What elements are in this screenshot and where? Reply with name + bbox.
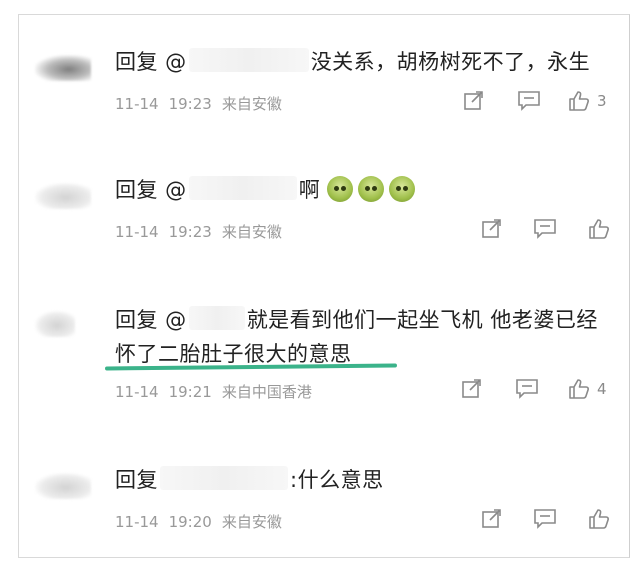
avatar[interactable] xyxy=(35,473,91,499)
reply-button[interactable] xyxy=(533,507,557,529)
comment-meta: 11-14 19:21 来自中国香港 xyxy=(115,381,322,402)
redacted-username xyxy=(188,176,297,200)
emoji-icon xyxy=(358,176,385,202)
comment-time: 19:21 xyxy=(168,383,212,401)
reply-prefix: 回复 @ xyxy=(115,50,187,74)
emoji-icon xyxy=(389,176,416,202)
redacted-username xyxy=(188,306,245,330)
share-button[interactable] xyxy=(481,507,503,529)
comment-location: 来自安徽 xyxy=(221,513,282,531)
comment-icon xyxy=(516,379,538,399)
reply-button[interactable] xyxy=(533,217,557,239)
comment-time: 19:23 xyxy=(168,223,212,241)
thumbs-up-icon xyxy=(589,219,609,239)
thumbs-up-icon xyxy=(589,509,609,529)
thumbs-up-icon xyxy=(569,91,589,111)
comment-text: 回复 @ 没关系，胡杨树死不了，永生 xyxy=(115,45,590,79)
like-button[interactable] xyxy=(587,217,617,241)
comment-icon xyxy=(518,91,540,111)
like-count: 4 xyxy=(597,380,607,398)
redacted-username xyxy=(188,48,309,72)
comment-location: 来自安徽 xyxy=(221,223,282,241)
share-icon xyxy=(482,509,501,528)
comment-meta: 11-14 19:23 来自安徽 xyxy=(115,221,292,242)
like-count: 3 xyxy=(597,92,607,110)
comment-icon xyxy=(534,219,556,239)
comment-icon xyxy=(534,509,556,529)
share-icon xyxy=(482,219,501,238)
thumbs-up-icon xyxy=(569,379,589,399)
share-button[interactable] xyxy=(481,217,503,239)
share-button[interactable] xyxy=(461,377,483,399)
comment-location: 来自安徽 xyxy=(221,95,282,113)
avatar[interactable] xyxy=(35,311,75,337)
reply-prefix: 回复 @ xyxy=(115,308,187,332)
comment-text: 回复 @ 啊 xyxy=(115,173,420,207)
share-icon xyxy=(464,91,483,110)
reply-button[interactable] xyxy=(517,89,541,111)
share-icon xyxy=(462,379,481,398)
avatar[interactable] xyxy=(35,55,91,81)
reply-prefix: 回复 @ xyxy=(115,178,187,202)
like-button[interactable]: 4 xyxy=(567,377,607,401)
like-button[interactable] xyxy=(587,507,617,531)
redacted-username xyxy=(160,466,288,490)
comment-date: 11-14 xyxy=(115,383,159,401)
comment-body: 啊 xyxy=(298,178,321,202)
comment-list: 回复 @ 没关系，胡杨树死不了，永生 11-14 19:23 来自安徽 3 回复 @ 啊… xyxy=(18,14,630,558)
comment-time: 19:23 xyxy=(168,95,212,113)
comment-body: 怀了二胎肚子很大的意思 xyxy=(115,342,352,366)
emoji-icon xyxy=(327,176,354,202)
reply-prefix: 回复 xyxy=(115,468,158,492)
comment-meta: 11-14 19:23 来自安徽 xyxy=(115,93,292,114)
comment-body: :什么意思 xyxy=(290,468,384,492)
comment-text: 回复 :什么意思 xyxy=(115,463,384,497)
comment-meta: 11-14 19:20 来自安徽 xyxy=(115,511,292,532)
comment-date: 11-14 xyxy=(115,513,159,531)
comment-date: 11-14 xyxy=(115,223,159,241)
avatar[interactable] xyxy=(35,183,91,209)
share-button[interactable] xyxy=(463,89,485,111)
comment-text: 回复 @ 就是看到他们一起坐飞机 他老婆已经 xyxy=(115,303,598,337)
comment-time: 19:20 xyxy=(168,513,212,531)
comment-body: 没关系，胡杨树死不了，永生 xyxy=(310,50,591,74)
comment-body: 就是看到他们一起坐飞机 他老婆已经 xyxy=(246,308,598,332)
comment-location: 来自中国香港 xyxy=(221,383,312,401)
reply-button[interactable] xyxy=(515,377,539,399)
comment-date: 11-14 xyxy=(115,95,159,113)
like-button[interactable]: 3 xyxy=(567,89,607,113)
